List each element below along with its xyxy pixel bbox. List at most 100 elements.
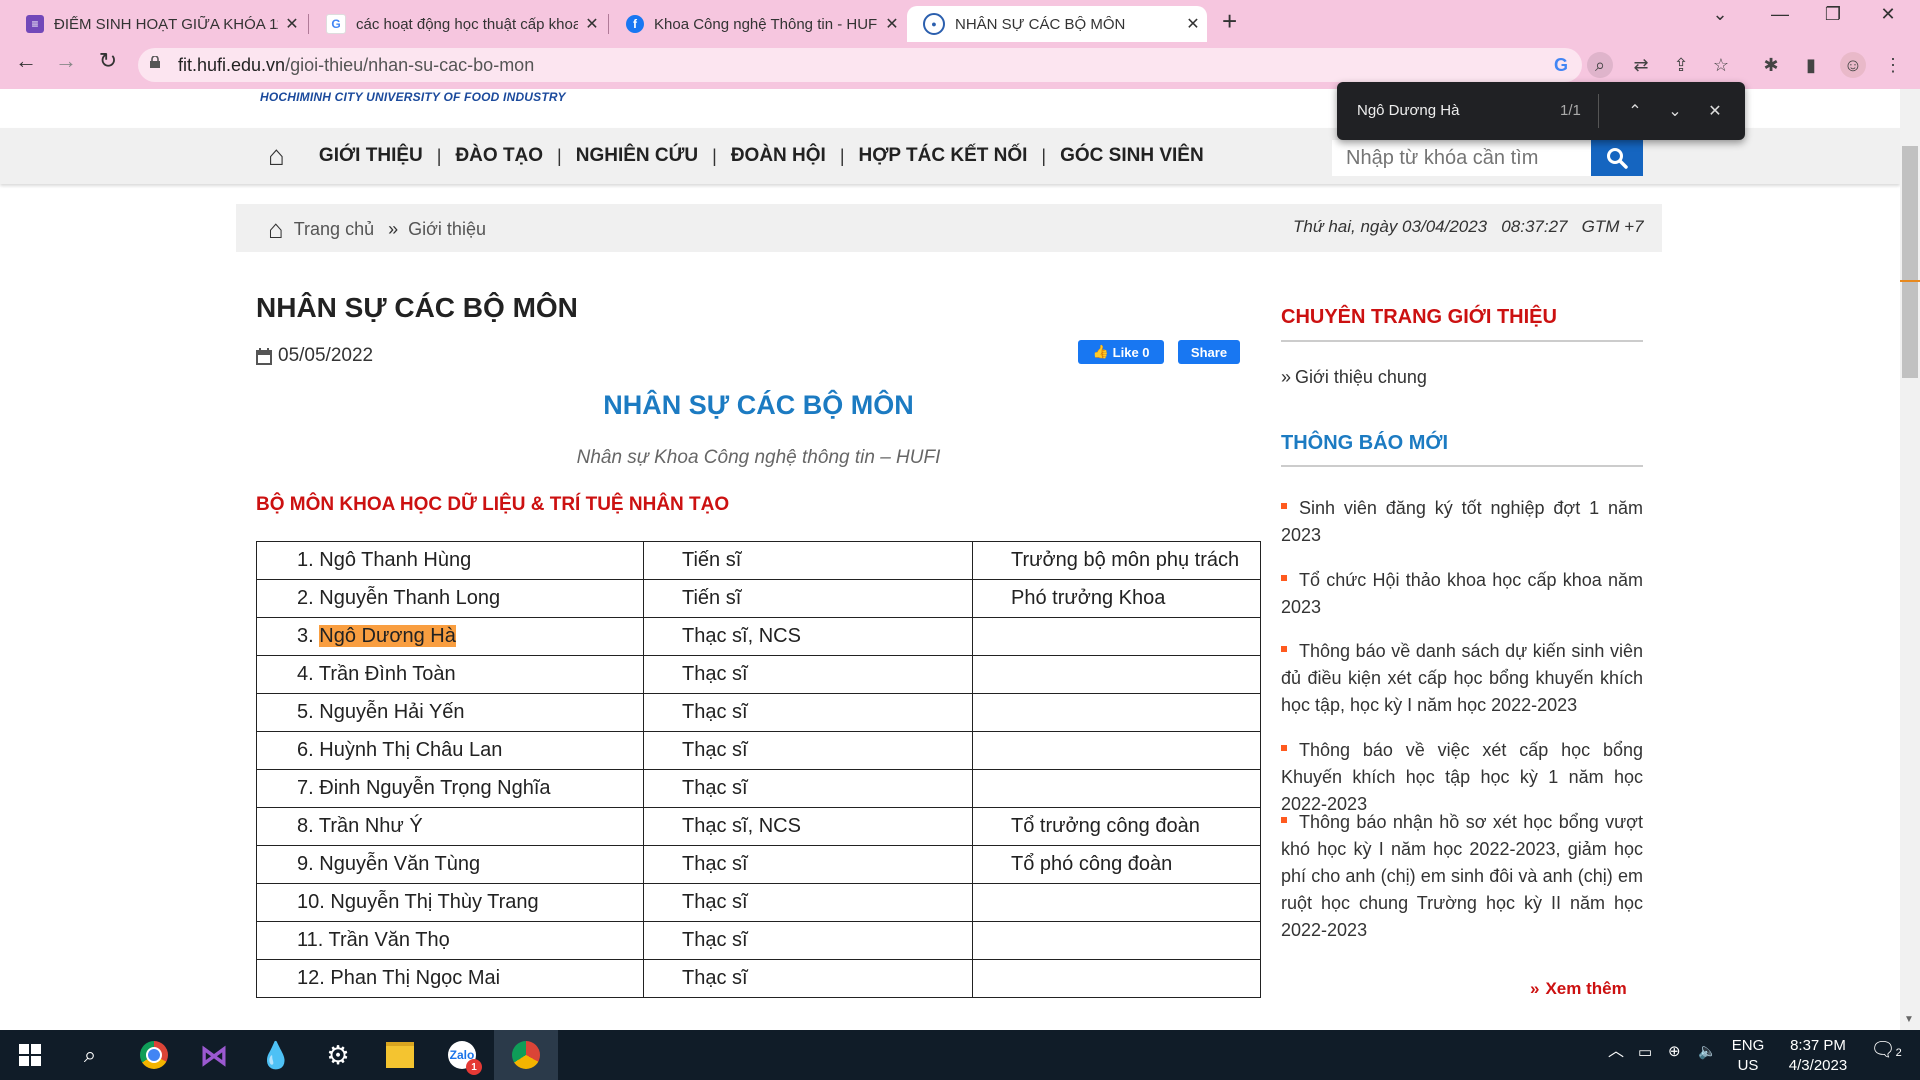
- app-drop-icon[interactable]: 💧: [246, 1030, 306, 1080]
- breadcrumb-current[interactable]: Giới thiệu: [408, 219, 486, 240]
- staff-name: Trần Văn Thọ: [328, 929, 450, 951]
- steam-icon[interactable]: ⚙: [308, 1030, 368, 1080]
- staff-number: 10.: [297, 891, 325, 913]
- forward-icon[interactable]: →: [48, 48, 84, 74]
- zalo-icon[interactable]: Zalo 1: [432, 1030, 492, 1080]
- nav-doan-hoi[interactable]: ĐOÀN HỘI: [717, 145, 840, 167]
- find-previous-icon[interactable]: ⌃: [1622, 98, 1648, 124]
- chrome-profile-icon-active[interactable]: [494, 1030, 558, 1080]
- windows-start-icon[interactable]: [0, 1030, 60, 1080]
- url-text[interactable]: fit.hufi.edu.vn/gioi-thieu/nhan-su-cac-b…: [178, 55, 534, 76]
- show-hidden-icons[interactable]: ︿: [1608, 1042, 1624, 1062]
- staff-role: [972, 883, 1261, 922]
- search-icon[interactable]: ⌕: [60, 1030, 120, 1080]
- news-item[interactable]: Thông báo về việc xét cấp học bổng Khuyế…: [1281, 737, 1643, 818]
- nav-nghien-cuu[interactable]: NGHIÊN CỨU: [562, 145, 712, 167]
- reload-icon[interactable]: ↻: [90, 48, 126, 74]
- share-icon[interactable]: ⇪: [1668, 52, 1694, 78]
- network-icon[interactable]: ⊕: [1668, 1042, 1681, 1062]
- scroll-down-icon[interactable]: ▼: [1904, 1014, 1914, 1025]
- nav-hop-tac-ket-noi[interactable]: HỢP TÁC KẾT NỐI: [845, 145, 1042, 167]
- see-more-link[interactable]: » Xem thêm: [1530, 979, 1627, 999]
- sidebar-link-gioi-thieu-chung[interactable]: » Giới thiệu chung: [1281, 367, 1427, 388]
- thumbs-up-icon: 👍: [1092, 344, 1109, 359]
- staff-name-cell: 2. Nguyễn Thanh Long: [256, 579, 644, 618]
- back-icon[interactable]: ←: [8, 48, 44, 74]
- divider: [1281, 465, 1643, 467]
- breadcrumb-home[interactable]: Trang chủ: [294, 219, 374, 240]
- news-item[interactable]: Tổ chức Hội thảo khoa học cấp khoa năm 2…: [1281, 567, 1643, 621]
- menu-kebab-icon[interactable]: ⋮: [1880, 52, 1906, 78]
- find-close-icon[interactable]: ✕: [1702, 98, 1728, 124]
- scrollbar-thumb[interactable]: [1902, 146, 1918, 378]
- lock-icon[interactable]: [150, 56, 160, 68]
- battery-icon[interactable]: ▭: [1638, 1043, 1652, 1063]
- staff-degree: Thạc sĩ: [643, 883, 973, 922]
- nav-dao-tao[interactable]: ĐÀO TẠO: [441, 145, 557, 167]
- close-icon[interactable]: ✕: [1179, 14, 1207, 34]
- news-item[interactable]: Thông báo về danh sách dự kiến sinh viên…: [1281, 638, 1643, 719]
- site-icon: ●: [923, 13, 945, 35]
- table-row: 12. Phan Thị Ngọc Mai Thạc sĩ: [256, 959, 1261, 998]
- close-icon[interactable]: ✕: [278, 14, 306, 34]
- tab-4-active[interactable]: ● NHÂN SỰ CÁC BỘ MÔN ✕: [907, 6, 1207, 42]
- google-icon: G: [326, 14, 346, 34]
- page-title: NHÂN SỰ CÁC BỘ MÔN: [256, 292, 578, 323]
- bookmark-star-icon[interactable]: ☆: [1708, 52, 1734, 78]
- see-more-label: Xem thêm: [1545, 979, 1627, 998]
- side-panel-icon[interactable]: ▮: [1798, 52, 1824, 78]
- staff-name-cell: 10. Nguyễn Thị Thùy Trang: [256, 883, 644, 922]
- clock-time: 8:37 PM: [1790, 1037, 1846, 1054]
- volume-icon[interactable]: 🔈: [1698, 1042, 1717, 1062]
- new-tab-icon[interactable]: +: [1222, 6, 1237, 37]
- nav-gioi-thieu[interactable]: GIỚI THIỆU: [305, 145, 437, 167]
- staff-name: Ngô Dương Hà: [319, 625, 456, 647]
- close-icon[interactable]: ✕: [578, 14, 606, 34]
- chrome-icon[interactable]: [124, 1030, 184, 1080]
- url-host: fit.hufi.edu.vn: [178, 55, 286, 75]
- tab-3[interactable]: f Khoa Công nghệ Thông tin - HUFI ✕: [610, 6, 906, 42]
- extensions-icon[interactable]: ✱: [1758, 52, 1784, 78]
- table-row: 3. Ngô Dương Hà Thạc sĩ, NCS: [256, 617, 1261, 656]
- site-search-button[interactable]: [1591, 140, 1643, 176]
- minimize-icon[interactable]: —: [1760, 4, 1800, 25]
- tab-title: NHÂN SỰ CÁC BỘ MÔN: [955, 15, 1126, 33]
- facebook-like-button[interactable]: 👍 Like 0: [1078, 340, 1164, 364]
- facebook-share-button[interactable]: Share: [1178, 340, 1240, 364]
- find-in-page-icon[interactable]: ⌕: [1587, 52, 1613, 78]
- clock[interactable]: 8:37 PM 4/3/2023: [1778, 1036, 1858, 1076]
- restore-icon[interactable]: ❐: [1813, 4, 1853, 25]
- staff-degree: Thạc sĩ: [643, 845, 973, 884]
- home-icon[interactable]: ⌂: [268, 214, 284, 245]
- find-query[interactable]: Ngô Dương Hà: [1357, 102, 1459, 119]
- find-next-icon[interactable]: ⌄: [1662, 98, 1688, 124]
- nav-goc-sinh-vien[interactable]: GÓC SINH VIÊN: [1046, 145, 1218, 167]
- staff-role: Phó trưởng Khoa: [972, 579, 1261, 618]
- staff-number: 11.: [297, 929, 324, 951]
- staff-number: 4.: [297, 663, 314, 685]
- facebook-icon: f: [626, 15, 644, 33]
- staff-number: 3.: [297, 625, 314, 647]
- language-code: ENG: [1731, 1037, 1765, 1054]
- profile-avatar-icon[interactable]: ☺: [1840, 52, 1866, 78]
- language-indicator[interactable]: ENG US: [1728, 1036, 1768, 1076]
- staff-name: Ngô Thanh Hùng: [319, 549, 472, 571]
- news-item[interactable]: Thông báo nhận hồ sơ xét học bổng vượt k…: [1281, 809, 1643, 944]
- close-icon[interactable]: ✕: [878, 14, 906, 34]
- tab-2[interactable]: G các hoạt động học thuật cấp khoa ✕: [310, 6, 606, 42]
- site-search-input[interactable]: [1332, 140, 1591, 176]
- close-window-icon[interactable]: ✕: [1868, 4, 1908, 25]
- staff-degree: Tiến sĩ: [643, 541, 973, 580]
- notification-center-icon[interactable]: 🗨2: [1868, 1040, 1904, 1063]
- tab-search-icon[interactable]: ⌄: [1700, 4, 1740, 25]
- translate-icon[interactable]: ⇄: [1628, 52, 1654, 78]
- news-item[interactable]: Sinh viên đăng ký tốt nghiệp đợt 1 năm 2…: [1281, 495, 1643, 549]
- home-icon[interactable]: ⌂: [268, 140, 285, 172]
- table-row: 2. Nguyễn Thanh Long Tiến sĩ Phó trưởng Kh…: [256, 579, 1261, 618]
- file-explorer-icon[interactable]: [370, 1030, 430, 1080]
- visual-studio-icon[interactable]: ⋈: [184, 1030, 244, 1080]
- staff-name-cell: 12. Phan Thị Ngọc Mai: [256, 959, 644, 998]
- google-lens-icon[interactable]: G: [1548, 52, 1574, 78]
- tab-1[interactable]: ≡ ĐIỂM SINH HOẠT GIỮA KHÓA 11 ✕: [10, 6, 306, 42]
- news-text: Thông báo về việc xét cấp học bổng Khuyế…: [1281, 740, 1643, 814]
